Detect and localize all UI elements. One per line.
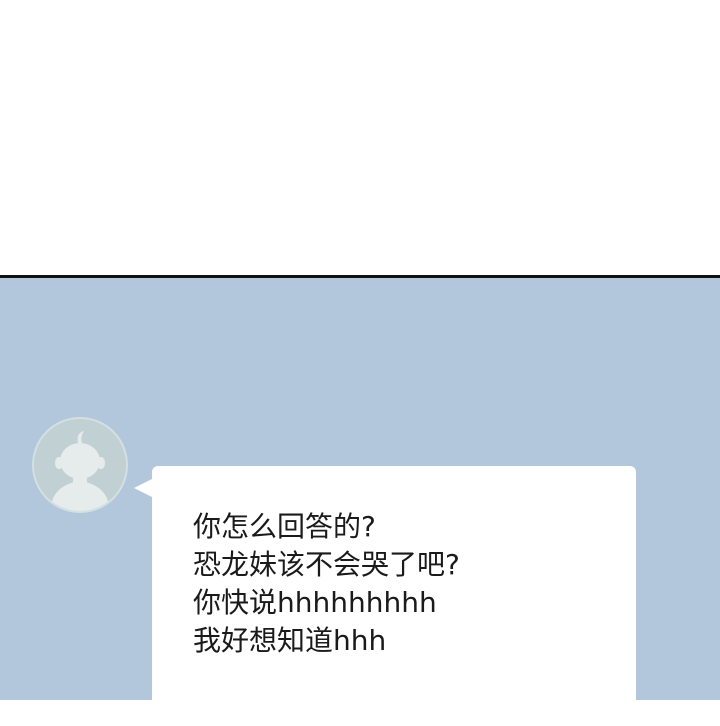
top-blank-area xyxy=(0,0,720,275)
message-line: 你快说hhhhhhhhh xyxy=(193,586,437,619)
message-line: 恐龙妹该不会哭了吧? xyxy=(193,548,460,581)
avatar[interactable] xyxy=(32,417,128,513)
message-line: 我好想知道hhh xyxy=(193,624,387,657)
bubble-tail xyxy=(134,478,154,498)
message-text: 你怎么回答的? 恐龙妹该不会哭了吧? 你快说hhhhhhhhh 我好想知道hhh xyxy=(193,508,460,660)
user-silhouette-icon xyxy=(50,431,110,511)
message-line: 你怎么回答的? xyxy=(193,510,376,543)
